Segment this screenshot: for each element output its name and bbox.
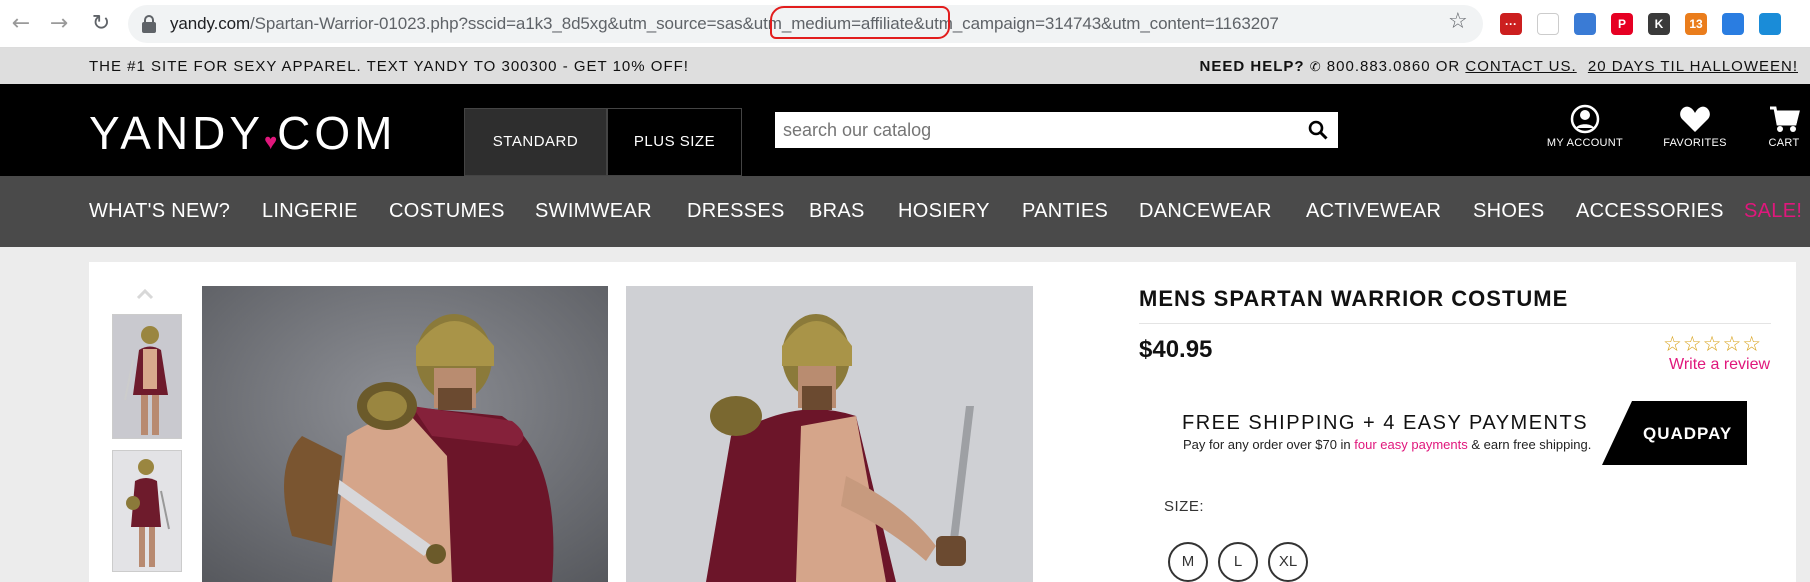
- reload-icon[interactable]: ↻: [89, 12, 113, 36]
- site-logo[interactable]: YANDY♥COM: [89, 106, 396, 160]
- nav-whats-new[interactable]: WHAT'S NEW?: [89, 200, 230, 223]
- product-title: MENS SPARTAN WARRIOR COSTUME: [1139, 286, 1569, 311]
- bird-icon[interactable]: [1759, 13, 1781, 35]
- k-icon[interactable]: K: [1648, 13, 1670, 35]
- lastpass-icon[interactable]: ···: [1500, 13, 1522, 35]
- product-photo-main[interactable]: [202, 286, 608, 582]
- category-nav: WHAT'S NEW? LINGERIE COSTUMES SWIMWEAR D…: [0, 176, 1810, 247]
- spartan-photo-side: [626, 286, 1033, 582]
- search-icon[interactable]: [1308, 120, 1328, 140]
- search-box: [775, 112, 1338, 148]
- heart-icon: ♥: [264, 129, 278, 154]
- write-review-link[interactable]: Write a review: [1669, 356, 1770, 374]
- payments-link[interactable]: four easy payments: [1354, 437, 1467, 452]
- heart-favorites-icon: [1680, 106, 1710, 132]
- spartan-photo-front: [202, 286, 608, 582]
- nav-panties[interactable]: PANTIES: [1022, 200, 1108, 223]
- chevron-up-icon[interactable]: [136, 285, 154, 303]
- nav-dancewear[interactable]: DANCEWEAR: [1139, 200, 1272, 223]
- cart-icon: [1770, 106, 1800, 132]
- browser-toolbar: ← → ↻ yandy.com/Spartan-Warrior-01023.ph…: [0, 0, 1810, 48]
- pinterest-icon[interactable]: P: [1611, 13, 1633, 35]
- size-l-button[interactable]: L: [1218, 542, 1258, 582]
- nav-lingerie[interactable]: LINGERIE: [262, 200, 358, 223]
- halloween-link[interactable]: 20 DAYS TIL HALLOWEEN!: [1588, 58, 1798, 75]
- nav-sale[interactable]: SALE!: [1744, 200, 1802, 223]
- nav-dresses[interactable]: DRESSES: [687, 200, 785, 223]
- cart-label: CART: [1768, 137, 1800, 149]
- phone-icon: ✆: [1309, 60, 1322, 75]
- size-label: SIZE:: [1164, 498, 1205, 515]
- promo-bar: THE #1 SITE FOR SEXY APPAREL. TEXT YANDY…: [0, 48, 1810, 84]
- nav-hosiery[interactable]: HOSIERY: [898, 200, 990, 223]
- contact-link[interactable]: CONTACT US.: [1465, 58, 1576, 75]
- search-input[interactable]: [775, 112, 1295, 148]
- site-header: YANDY♥COM STANDARD PLUS SIZE MY ACCOUNT …: [0, 84, 1810, 176]
- annotation-circle: [770, 6, 950, 39]
- reader-icon[interactable]: [1574, 13, 1596, 35]
- url-text: yandy.com/Spartan-Warrior-01023.php?ssci…: [170, 14, 1279, 33]
- quadpay-label: QUADPAY: [1643, 424, 1733, 443]
- need-help-label: NEED HELP?: [1199, 58, 1305, 75]
- favorites-button[interactable]: FAVORITES: [1660, 104, 1730, 149]
- forward-icon[interactable]: →: [47, 12, 71, 36]
- shipping-subtitle: Pay for any order over $70 in four easy …: [1183, 437, 1592, 452]
- promo-text: THE #1 SITE FOR SEXY APPAREL. TEXT YANDY…: [89, 58, 689, 75]
- product-price: $40.95: [1139, 336, 1213, 363]
- cart-button[interactable]: CART: [1764, 104, 1804, 149]
- flame-icon[interactable]: [1722, 13, 1744, 35]
- back-icon[interactable]: ←: [9, 12, 33, 36]
- size-m-button[interactable]: M: [1168, 542, 1208, 582]
- user-icon: [1570, 104, 1600, 134]
- thumbnail-front[interactable]: [112, 314, 182, 439]
- my-account-button[interactable]: MY ACCOUNT: [1540, 104, 1630, 149]
- size-xl-button[interactable]: XL: [1268, 542, 1308, 582]
- phone-number: 800.883.0860 OR: [1326, 58, 1461, 75]
- nav-costumes[interactable]: COSTUMES: [389, 200, 505, 223]
- shipping-title: FREE SHIPPING + 4 EASY PAYMENTS: [1182, 412, 1589, 434]
- tab-plus-size[interactable]: PLUS SIZE: [607, 108, 742, 176]
- rating-stars-icon[interactable]: ☆☆☆☆☆: [1663, 332, 1762, 356]
- nav-swimwear[interactable]: SWIMWEAR: [535, 200, 652, 223]
- nav-activewear[interactable]: ACTIVEWEAR: [1306, 200, 1441, 223]
- my-account-label: MY ACCOUNT: [1546, 137, 1624, 149]
- honey-icon[interactable]: 13: [1685, 13, 1707, 35]
- tab-standard[interactable]: STANDARD: [464, 108, 607, 176]
- nav-accessories[interactable]: ACCESSORIES: [1576, 200, 1724, 223]
- nav-shoes[interactable]: SHOES: [1473, 200, 1545, 223]
- lock-icon: [142, 15, 156, 33]
- product-photo-side[interactable]: [626, 286, 1033, 582]
- grasshopper-icon[interactable]: [1537, 13, 1559, 35]
- title-divider: [1139, 323, 1771, 324]
- help-text: NEED HELP? ✆ 800.883.0860 OR CONTACT US.…: [1200, 58, 1798, 75]
- thumbnail-side[interactable]: [112, 450, 182, 572]
- favorites-label: FAVORITES: [1663, 137, 1727, 149]
- nav-bras[interactable]: BRAS: [809, 200, 865, 223]
- bookmark-star-icon[interactable]: ☆: [1448, 9, 1468, 34]
